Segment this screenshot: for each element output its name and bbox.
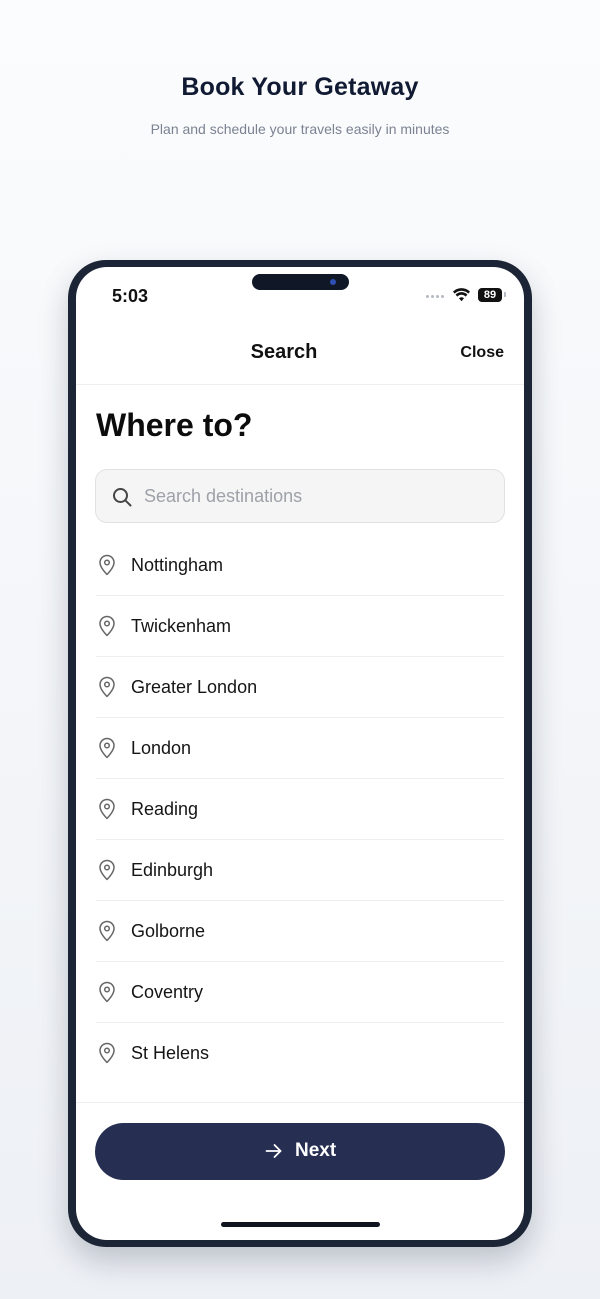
list-item[interactable]: Edinburgh [96, 840, 504, 901]
battery-nub [504, 292, 506, 297]
list-item-label: Twickenham [131, 616, 232, 636]
phone-frame: 5:03 89 Search Close Where to? Search de… [68, 260, 532, 1247]
map-pin-icon [99, 981, 115, 1003]
arrow-right-icon [265, 1144, 282, 1158]
status-time: 5:03 [112, 286, 149, 306]
list-item-label: Nottingham [131, 555, 224, 575]
list-item-label: Greater London [131, 677, 258, 697]
hero-subtitle: Plan and schedule your travels easily in… [150, 121, 450, 137]
list-item-label: St Helens [131, 1043, 210, 1063]
map-pin-icon [99, 920, 115, 942]
home-indicator [221, 1222, 380, 1227]
list-item[interactable]: Coventry [96, 962, 504, 1023]
hero-title: Book Your Getaway [181, 73, 419, 101]
wifi-icon [453, 288, 470, 302]
battery-icon: 89 [478, 288, 502, 302]
list-item-label: London [131, 738, 192, 758]
next-button-label: Next [295, 1140, 337, 1161]
phone-screen: 5:03 89 Search Close Where to? Search de… [76, 267, 524, 1240]
map-pin-icon [99, 737, 115, 759]
footer-divider [76, 1102, 524, 1103]
next-button[interactable]: Next [95, 1123, 505, 1180]
list-item[interactable]: Twickenham [96, 596, 504, 657]
list-item-label: Coventry [131, 982, 204, 1002]
list-item[interactable]: Nottingham [96, 535, 504, 596]
destination-list: Nottingham Twickenham Greater London Lon… [96, 535, 504, 1084]
map-pin-icon [99, 554, 115, 576]
nav-bar: Search Close [76, 327, 524, 385]
list-item[interactable]: Greater London [96, 657, 504, 718]
list-item-label: Reading [131, 799, 199, 819]
list-item[interactable]: London [96, 718, 504, 779]
close-button[interactable]: Close [460, 344, 504, 362]
signal-icon [426, 295, 448, 299]
list-item[interactable]: St Helens [96, 1023, 504, 1084]
search-field[interactable] [95, 469, 505, 523]
list-item-label: Golborne [131, 921, 206, 941]
map-pin-icon [99, 859, 115, 881]
list-item[interactable]: Golborne [96, 901, 504, 962]
page-heading: Where to? [96, 407, 253, 443]
map-pin-icon [99, 615, 115, 637]
dynamic-island [252, 274, 349, 290]
map-pin-icon [99, 676, 115, 698]
map-pin-icon [99, 798, 115, 820]
map-pin-icon [99, 1042, 115, 1064]
search-input[interactable] [144, 470, 494, 522]
list-item[interactable]: Reading [96, 779, 504, 840]
search-icon [113, 488, 132, 507]
list-item-label: Edinburgh [131, 860, 214, 880]
nav-title: Search [250, 341, 318, 363]
camera-dot [330, 279, 336, 285]
